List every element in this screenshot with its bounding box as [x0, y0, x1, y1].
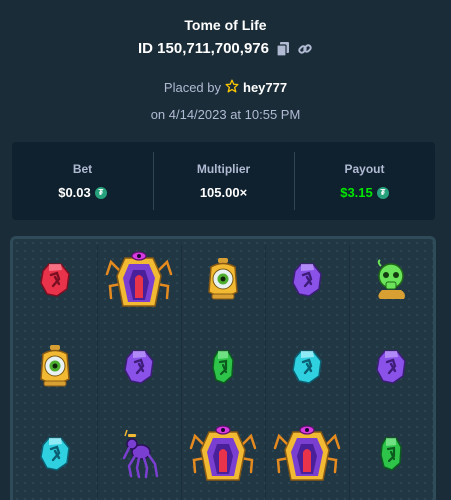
- reel-cell: [265, 326, 349, 413]
- multiplier-stat: Multiplier 105.00×: [153, 142, 294, 220]
- eye-lantern-icon: [206, 258, 240, 307]
- reel-cell: [181, 413, 265, 500]
- symbol-grid: [13, 239, 433, 500]
- placed-by-label: Placed by: [163, 80, 221, 95]
- spider-queen-scatter-icon: [273, 425, 341, 487]
- purple-spider-icon: [119, 429, 159, 483]
- payout-value: $3.15: [340, 185, 373, 200]
- multiplier-label: Multiplier: [196, 162, 251, 176]
- spider-queen-scatter-icon: [189, 425, 257, 487]
- bet-id: ID 150,711,700,976: [138, 40, 269, 57]
- green-skull-potion-icon: [374, 259, 408, 305]
- reel-cell: [13, 326, 97, 413]
- bet-amount: $0.03 ₮: [58, 185, 107, 200]
- reel-cell: [97, 239, 181, 326]
- bet-date: on 4/14/2023 at 10:55 PM: [150, 107, 301, 122]
- payout-amount: $3.15 ₮: [340, 185, 389, 200]
- star-icon: [225, 79, 239, 96]
- cyan-rune-gem-icon: [40, 437, 70, 476]
- green-rune-gem-icon: [380, 437, 402, 476]
- payout-label: Payout: [344, 162, 385, 176]
- reel-cell: [13, 413, 97, 500]
- cyan-rune-gem-icon: [292, 350, 322, 389]
- username-link[interactable]: hey777: [243, 80, 287, 95]
- reel-cell: [13, 239, 97, 326]
- reel-cell: [349, 413, 433, 500]
- bet-value: $0.03: [58, 185, 91, 200]
- tether-coin-icon: ₮: [94, 186, 107, 199]
- multiplier-value: 105.00×: [199, 185, 248, 200]
- red-rune-gem-icon: [40, 263, 70, 302]
- bet-label: Bet: [72, 162, 93, 176]
- green-rune-gem-icon: [212, 350, 234, 389]
- reel-cell: [97, 413, 181, 500]
- purple-rune-gem-icon: [292, 263, 322, 302]
- slot-reels-board: [10, 236, 436, 500]
- reel-cell: [181, 239, 265, 326]
- purple-rune-gem-icon: [376, 350, 406, 389]
- bet-stats-panel: Bet $0.03 ₮ Multiplier 105.00× Payout $3…: [12, 142, 435, 220]
- spider-queen-scatter-icon: [105, 251, 173, 313]
- placed-by-row: Placed by hey777: [0, 79, 451, 96]
- payout-stat: Payout $3.15 ₮: [294, 142, 435, 220]
- reel-cell: [349, 326, 433, 413]
- reel-cell: [181, 326, 265, 413]
- game-title: Tome of Life: [184, 17, 267, 33]
- reel-cell: [265, 413, 349, 500]
- link-icon[interactable]: [297, 41, 313, 57]
- reel-cell: [97, 326, 181, 413]
- reel-cell: [265, 239, 349, 326]
- reel-cell: [349, 239, 433, 326]
- purple-rune-gem-icon: [124, 350, 154, 389]
- bet-id-row: ID 150,711,700,976: [0, 40, 451, 57]
- tether-coin-icon: ₮: [376, 186, 389, 199]
- eye-lantern-icon: [38, 345, 72, 394]
- copy-icon[interactable]: [275, 41, 291, 57]
- bet-stat: Bet $0.03 ₮: [12, 142, 153, 220]
